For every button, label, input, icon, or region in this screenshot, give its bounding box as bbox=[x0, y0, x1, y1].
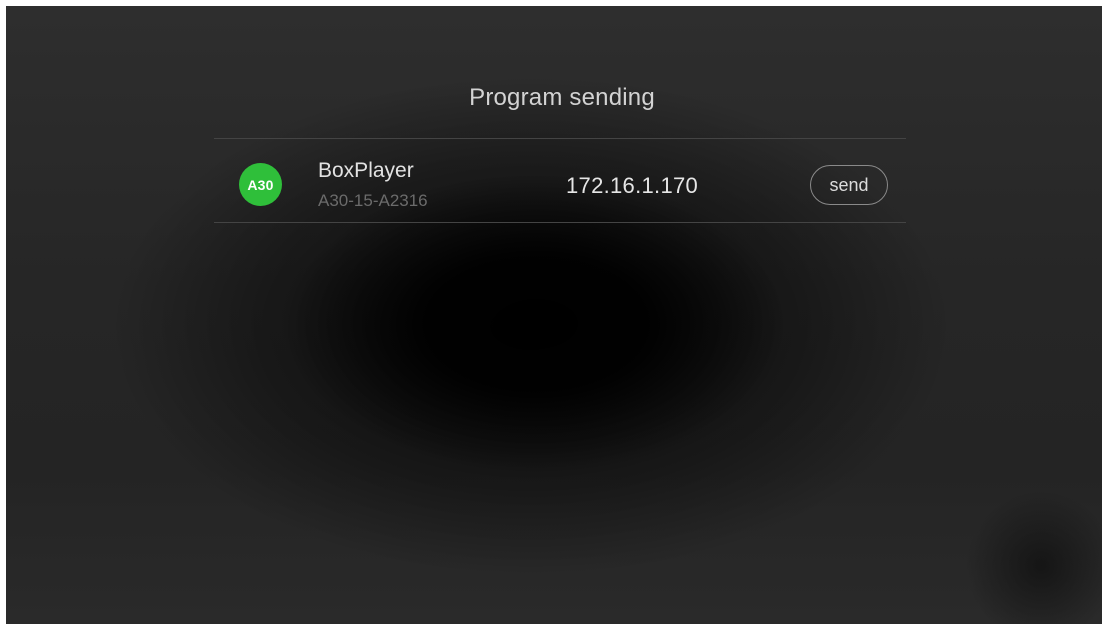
device-list-item: A30 BoxPlayer A30-15-A2316 172.16.1.170 … bbox=[214, 139, 906, 222]
device-model-badge: A30 bbox=[239, 163, 282, 206]
device-name: BoxPlayer bbox=[318, 159, 414, 182]
list-divider-bottom bbox=[214, 222, 906, 223]
device-model-id: A30-15-A2316 bbox=[318, 191, 428, 210]
device-ip-address: 172.16.1.170 bbox=[566, 173, 699, 198]
program-sending-screen: Program sending A30 BoxPlayer A30-15-A23… bbox=[6, 6, 1102, 624]
dialog-title: Program sending bbox=[469, 84, 655, 111]
send-button[interactable]: send bbox=[810, 165, 888, 205]
